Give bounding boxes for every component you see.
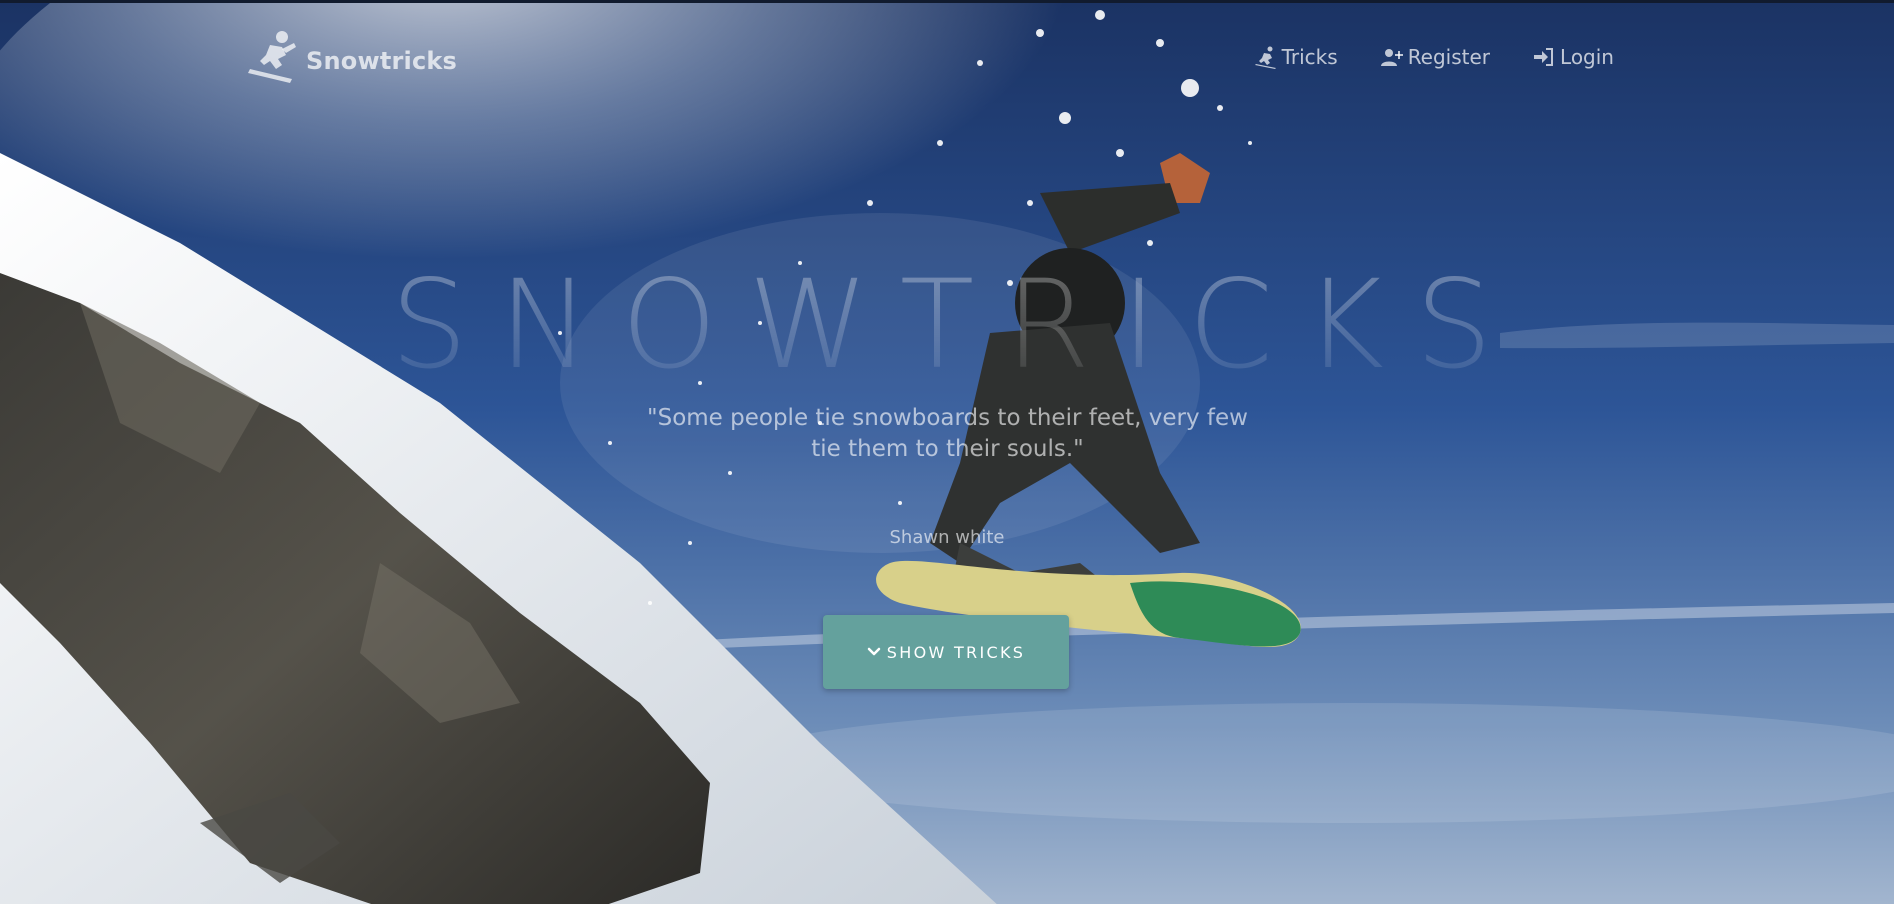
user-plus-icon	[1380, 49, 1403, 66]
snowboarder-icon	[1254, 46, 1276, 69]
snowboarder-icon	[248, 31, 296, 83]
nav-item-tricks[interactable]: Tricks	[1254, 45, 1338, 69]
page: Snowtricks Tricks Register Login SNOWTRI…	[0, 0, 1894, 904]
brand-name: Snowtricks	[306, 47, 458, 75]
nav-item-login-label: Login	[1560, 45, 1614, 69]
nav-item-register-label: Register	[1407, 45, 1491, 69]
show-tricks-button[interactable]: Show tricks	[823, 615, 1069, 689]
show-tricks-label: Show tricks	[886, 642, 1026, 662]
brand-link[interactable]: Snowtricks	[246, 29, 457, 83]
chevron-down-icon	[867, 647, 881, 656]
nav-links: Tricks Register Login	[1254, 45, 1614, 69]
hero-quote: "Some people tie snowboards to their fee…	[647, 405, 1248, 462]
hero-author: Shawn white	[889, 527, 1005, 548]
nav-item-tricks-label: Tricks	[1281, 45, 1338, 69]
nav-item-register[interactable]: Register	[1380, 45, 1490, 69]
navbar: Snowtricks Tricks Register Login	[0, 3, 1894, 113]
sign-in-icon	[1534, 48, 1554, 66]
nav-item-login[interactable]: Login	[1532, 45, 1614, 69]
hero-title: SNOWTRICKS	[0, 255, 1894, 395]
